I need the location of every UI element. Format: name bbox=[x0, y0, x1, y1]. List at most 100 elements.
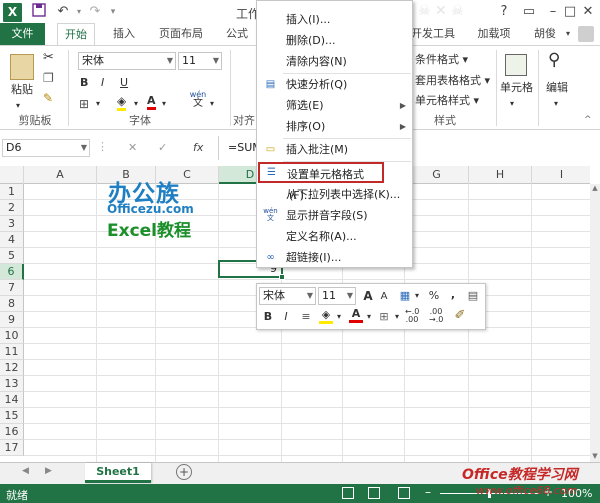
menu-item-filter[interactable]: 筛选(E) ▶ bbox=[257, 95, 412, 116]
vertical-scrollbar[interactable]: ▲ ▼ bbox=[590, 184, 600, 462]
phonetic-icon[interactable]: wén 文 bbox=[188, 90, 208, 109]
menu-item-clear-contents[interactable]: 清除内容(N) bbox=[257, 51, 412, 72]
row-header[interactable]: 12 bbox=[0, 360, 24, 376]
tab-file[interactable]: 文件 bbox=[0, 23, 45, 45]
row-header[interactable]: 11 bbox=[0, 344, 24, 360]
page-break-view-icon[interactable] bbox=[398, 487, 410, 499]
cut-icon[interactable]: ✂ bbox=[43, 50, 54, 66]
row-header[interactable]: 5 bbox=[0, 248, 24, 264]
font-color-dropdown-icon[interactable]: ▾ bbox=[162, 96, 166, 112]
menu-item-quick-analysis[interactable]: ▤ 快速分析(Q) bbox=[257, 74, 412, 95]
row-header[interactable]: 14 bbox=[0, 392, 24, 408]
user-name[interactable]: 胡俊 bbox=[530, 23, 560, 45]
row-header[interactable]: 13 bbox=[0, 376, 24, 392]
decrease-decimal-button[interactable]: .00 →.0 bbox=[429, 308, 443, 324]
column-header[interactable]: H bbox=[469, 166, 532, 184]
accounting-dropdown-icon[interactable]: ▾ bbox=[413, 288, 421, 304]
select-all-corner[interactable] bbox=[0, 166, 24, 184]
paste-icon[interactable] bbox=[10, 54, 34, 80]
mini-bold-button[interactable]: B bbox=[261, 309, 275, 325]
insert-function-button[interactable]: fx bbox=[193, 140, 203, 156]
row-header[interactable]: 8 bbox=[0, 296, 24, 312]
column-header[interactable]: A bbox=[24, 166, 97, 184]
column-header[interactable]: G bbox=[405, 166, 469, 184]
row-header[interactable]: 17 bbox=[0, 440, 24, 456]
fill-handle[interactable] bbox=[279, 274, 285, 280]
tab-page-layout[interactable]: 页面布局 bbox=[152, 23, 210, 45]
italic-button[interactable]: I bbox=[101, 75, 104, 91]
scroll-down-icon[interactable]: ▼ bbox=[591, 452, 599, 462]
tab-addins[interactable]: 加载项 bbox=[474, 23, 514, 45]
paste-button[interactable]: 粘贴 bbox=[11, 82, 33, 98]
row-header[interactable]: 4 bbox=[0, 232, 24, 248]
row-header[interactable]: 10 bbox=[0, 328, 24, 344]
underline-button[interactable]: U bbox=[120, 75, 128, 91]
row-header[interactable]: 16 bbox=[0, 424, 24, 440]
name-box[interactable]: D6 ▼ bbox=[2, 139, 90, 157]
ribbon-display-icon[interactable]: ▭ bbox=[517, 2, 541, 21]
comma-button[interactable]: , bbox=[447, 287, 459, 303]
borders-icon[interactable]: ⊞ bbox=[377, 309, 391, 325]
grow-font-button[interactable]: A bbox=[361, 288, 375, 304]
column-header[interactable]: I bbox=[532, 166, 590, 184]
row-header[interactable]: 7 bbox=[0, 280, 24, 296]
fill-color-icon[interactable]: ◈ bbox=[319, 308, 333, 324]
menu-item-sort[interactable]: 排序(O) ▶ bbox=[257, 116, 412, 137]
font-color-icon[interactable]: A bbox=[147, 94, 156, 110]
avatar[interactable] bbox=[578, 26, 594, 42]
tab-home[interactable]: 开始 bbox=[57, 23, 95, 45]
borders-dropdown-icon[interactable]: ▾ bbox=[393, 309, 401, 325]
menu-item-insert-comment[interactable]: ▭ 插入批注(M) bbox=[257, 139, 412, 160]
help-icon[interactable]: ? bbox=[492, 2, 516, 21]
tab-developer[interactable]: 开发工具 bbox=[408, 23, 458, 45]
format-painter-icon[interactable]: ▤ bbox=[465, 288, 481, 304]
fill-dropdown-icon[interactable]: ▾ bbox=[134, 96, 138, 112]
menu-item-insert[interactable]: 插入(I)... bbox=[257, 9, 412, 30]
edit-dropdown-icon[interactable]: ▾ bbox=[554, 96, 558, 112]
menu-item-delete[interactable]: 删除(D)... bbox=[257, 30, 412, 51]
row-header[interactable]: 2 bbox=[0, 200, 24, 216]
increase-decimal-button[interactable]: ←.0 .00 bbox=[405, 308, 419, 324]
accounting-format-icon[interactable]: ▦ bbox=[397, 288, 413, 304]
format-painter-icon[interactable]: ✎ bbox=[43, 90, 53, 106]
close-icon[interactable]: ✕ bbox=[576, 2, 600, 21]
phonetic-dropdown-icon[interactable]: ▾ bbox=[210, 96, 214, 112]
user-dropdown-icon[interactable]: ▾ bbox=[561, 23, 575, 45]
row-header[interactable]: 1 bbox=[0, 184, 24, 200]
font-size-select[interactable]: 11 ▼ bbox=[178, 52, 222, 70]
add-sheet-button[interactable]: + bbox=[176, 464, 192, 480]
cells-dropdown-icon[interactable]: ▾ bbox=[510, 96, 514, 112]
cell-styles-button[interactable]: 单元格样式 ▾ bbox=[415, 93, 479, 109]
fill-dropdown-icon[interactable]: ▾ bbox=[335, 309, 343, 325]
mini-font-name-select[interactable]: 宋体 ▼ bbox=[259, 287, 316, 305]
sheet-tab[interactable]: Sheet1 bbox=[85, 463, 151, 483]
cancel-formula-icon[interactable]: ✕ bbox=[128, 140, 137, 156]
save-icon[interactable] bbox=[30, 3, 48, 21]
collapse-ribbon-icon[interactable]: ^ bbox=[584, 112, 592, 128]
borders-icon[interactable]: ⊞ bbox=[79, 96, 89, 112]
binoculars-icon[interactable]: ⚲ bbox=[548, 52, 560, 69]
customize-quick-access-icon[interactable]: ▾ bbox=[104, 3, 122, 21]
page-layout-view-icon[interactable] bbox=[368, 487, 380, 499]
paintbrush-icon[interactable]: ✐ bbox=[453, 308, 467, 324]
scroll-up-icon[interactable]: ▲ bbox=[591, 184, 599, 194]
scroll-sheets-right-icon[interactable]: ▶ bbox=[45, 466, 52, 476]
menu-item-format-cells[interactable]: ☰ 设置单元格格式(F)... bbox=[258, 162, 384, 202]
fill-color-icon[interactable]: ◈ bbox=[117, 95, 127, 111]
borders-dropdown-icon[interactable]: ▾ bbox=[96, 96, 100, 112]
row-header[interactable]: 6 bbox=[0, 264, 24, 280]
format-as-table-button[interactable]: 套用表格格式 ▾ bbox=[415, 73, 490, 89]
tab-formulas[interactable]: 公式 bbox=[220, 23, 254, 45]
menu-item-show-phonetic[interactable]: wén 文显示拼音字段(S) bbox=[257, 205, 412, 226]
mini-font-size-select[interactable]: 11 ▼ bbox=[318, 287, 356, 305]
shrink-font-button[interactable]: A bbox=[377, 289, 391, 305]
percent-button[interactable]: % bbox=[427, 288, 441, 304]
mini-italic-button[interactable]: I bbox=[279, 309, 293, 325]
edit-button[interactable]: 编辑 bbox=[546, 80, 568, 96]
zoom-out-icon[interactable]: – bbox=[425, 485, 431, 499]
cells-icon[interactable] bbox=[505, 54, 527, 76]
font-color-icon[interactable]: A bbox=[349, 307, 363, 323]
tab-insert[interactable]: 插入 bbox=[104, 23, 144, 45]
font-color-dropdown-icon[interactable]: ▾ bbox=[365, 309, 373, 325]
center-align-icon[interactable]: ≡ bbox=[298, 309, 314, 325]
